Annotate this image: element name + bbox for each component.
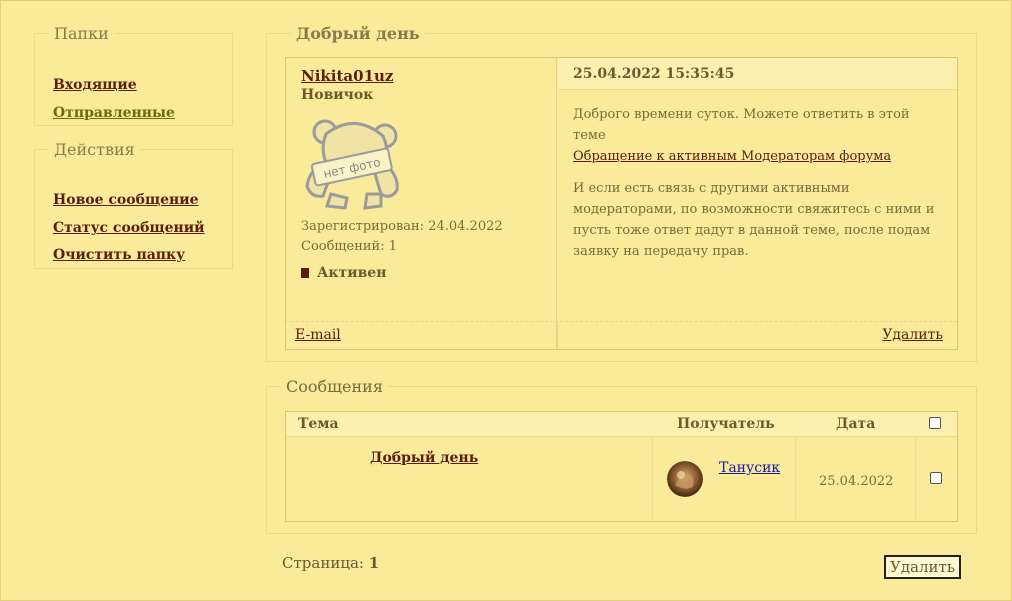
messages-table: Тема Получатель Дата Добрый день Танусик… <box>285 411 958 522</box>
pagination-label: Страница: <box>282 554 364 572</box>
pagination: Страница: 1 <box>282 554 379 572</box>
row-select-checkbox[interactable] <box>930 472 942 484</box>
row-date: 25.04.2022 <box>819 474 894 489</box>
no-photo-avatar-icon: нет фото <box>301 114 401 212</box>
message-body-topic-link[interactable]: Обращение к активным Модераторам форума <box>573 149 891 164</box>
status-indicator-icon <box>301 268 309 278</box>
author-status: Активен <box>301 265 386 281</box>
column-divider <box>652 437 653 521</box>
author-rank: Новичок <box>301 87 374 103</box>
message-datetime: 25.04.2022 15:35:45 <box>573 66 735 82</box>
messages-title: Сообщения <box>286 377 383 396</box>
delete-button[interactable]: Удалить <box>884 555 961 579</box>
message-body-line1: Доброго времени суток. Можете ответить в… <box>573 107 910 143</box>
message-body-paragraph2: И если есть связь с другими активными мо… <box>573 181 935 259</box>
message-header: 25.04.2022 15:35:45 <box>558 58 957 90</box>
author-post-count: Сообщений: 1 <box>301 239 397 254</box>
message-content-column: 25.04.2022 15:35:45 Доброго времени суто… <box>558 58 957 350</box>
message-footer <box>286 321 957 349</box>
column-divider <box>915 437 916 521</box>
actions-panel: Действия Новое сообщение Статус сообщени… <box>34 140 233 269</box>
author-email-link[interactable]: E-mail <box>295 327 341 343</box>
clear-folder-link[interactable]: Очистить папку <box>53 247 185 263</box>
folders-title: Папки <box>54 24 109 43</box>
message-delete-link[interactable]: Удалить <box>882 327 943 343</box>
column-topic-header: Тема <box>298 416 339 432</box>
new-message-link[interactable]: Новое сообщение <box>53 192 199 208</box>
actions-title: Действия <box>54 140 135 159</box>
message-card: Nikita01uz Новичок нет фото Зарегистриро… <box>285 57 958 350</box>
messages-table-header: Тема Получатель Дата <box>286 412 957 437</box>
footer-divider <box>557 321 558 349</box>
recipient-avatar[interactable] <box>667 461 703 497</box>
author-registered: Зарегистрирован: 24.04.2022 <box>301 219 503 234</box>
message-body: Доброго времени суток. Можете ответить в… <box>573 104 943 273</box>
column-recipient-header: Получатель <box>677 416 775 432</box>
column-date-header: Дата <box>836 416 876 432</box>
row-recipient-link[interactable]: Танусик <box>719 460 780 476</box>
author-column: Nikita01uz Новичок нет фото Зарегистриро… <box>286 58 557 350</box>
folders-panel: Папки Входящие Отправленные <box>34 24 233 126</box>
row-topic-link[interactable]: Добрый день <box>370 450 478 466</box>
select-all-checkbox[interactable] <box>929 417 941 429</box>
author-username-link[interactable]: Nikita01uz <box>301 67 393 85</box>
folder-inbox-link[interactable]: Входящие <box>53 77 137 93</box>
author-status-label: Активен <box>317 265 387 281</box>
column-divider <box>795 437 796 521</box>
pagination-current[interactable]: 1 <box>369 554 379 572</box>
message-subject-title: Добрый день <box>296 24 420 43</box>
folder-sent-link[interactable]: Отправленные <box>53 105 175 121</box>
message-status-link[interactable]: Статус сообщений <box>53 220 205 236</box>
